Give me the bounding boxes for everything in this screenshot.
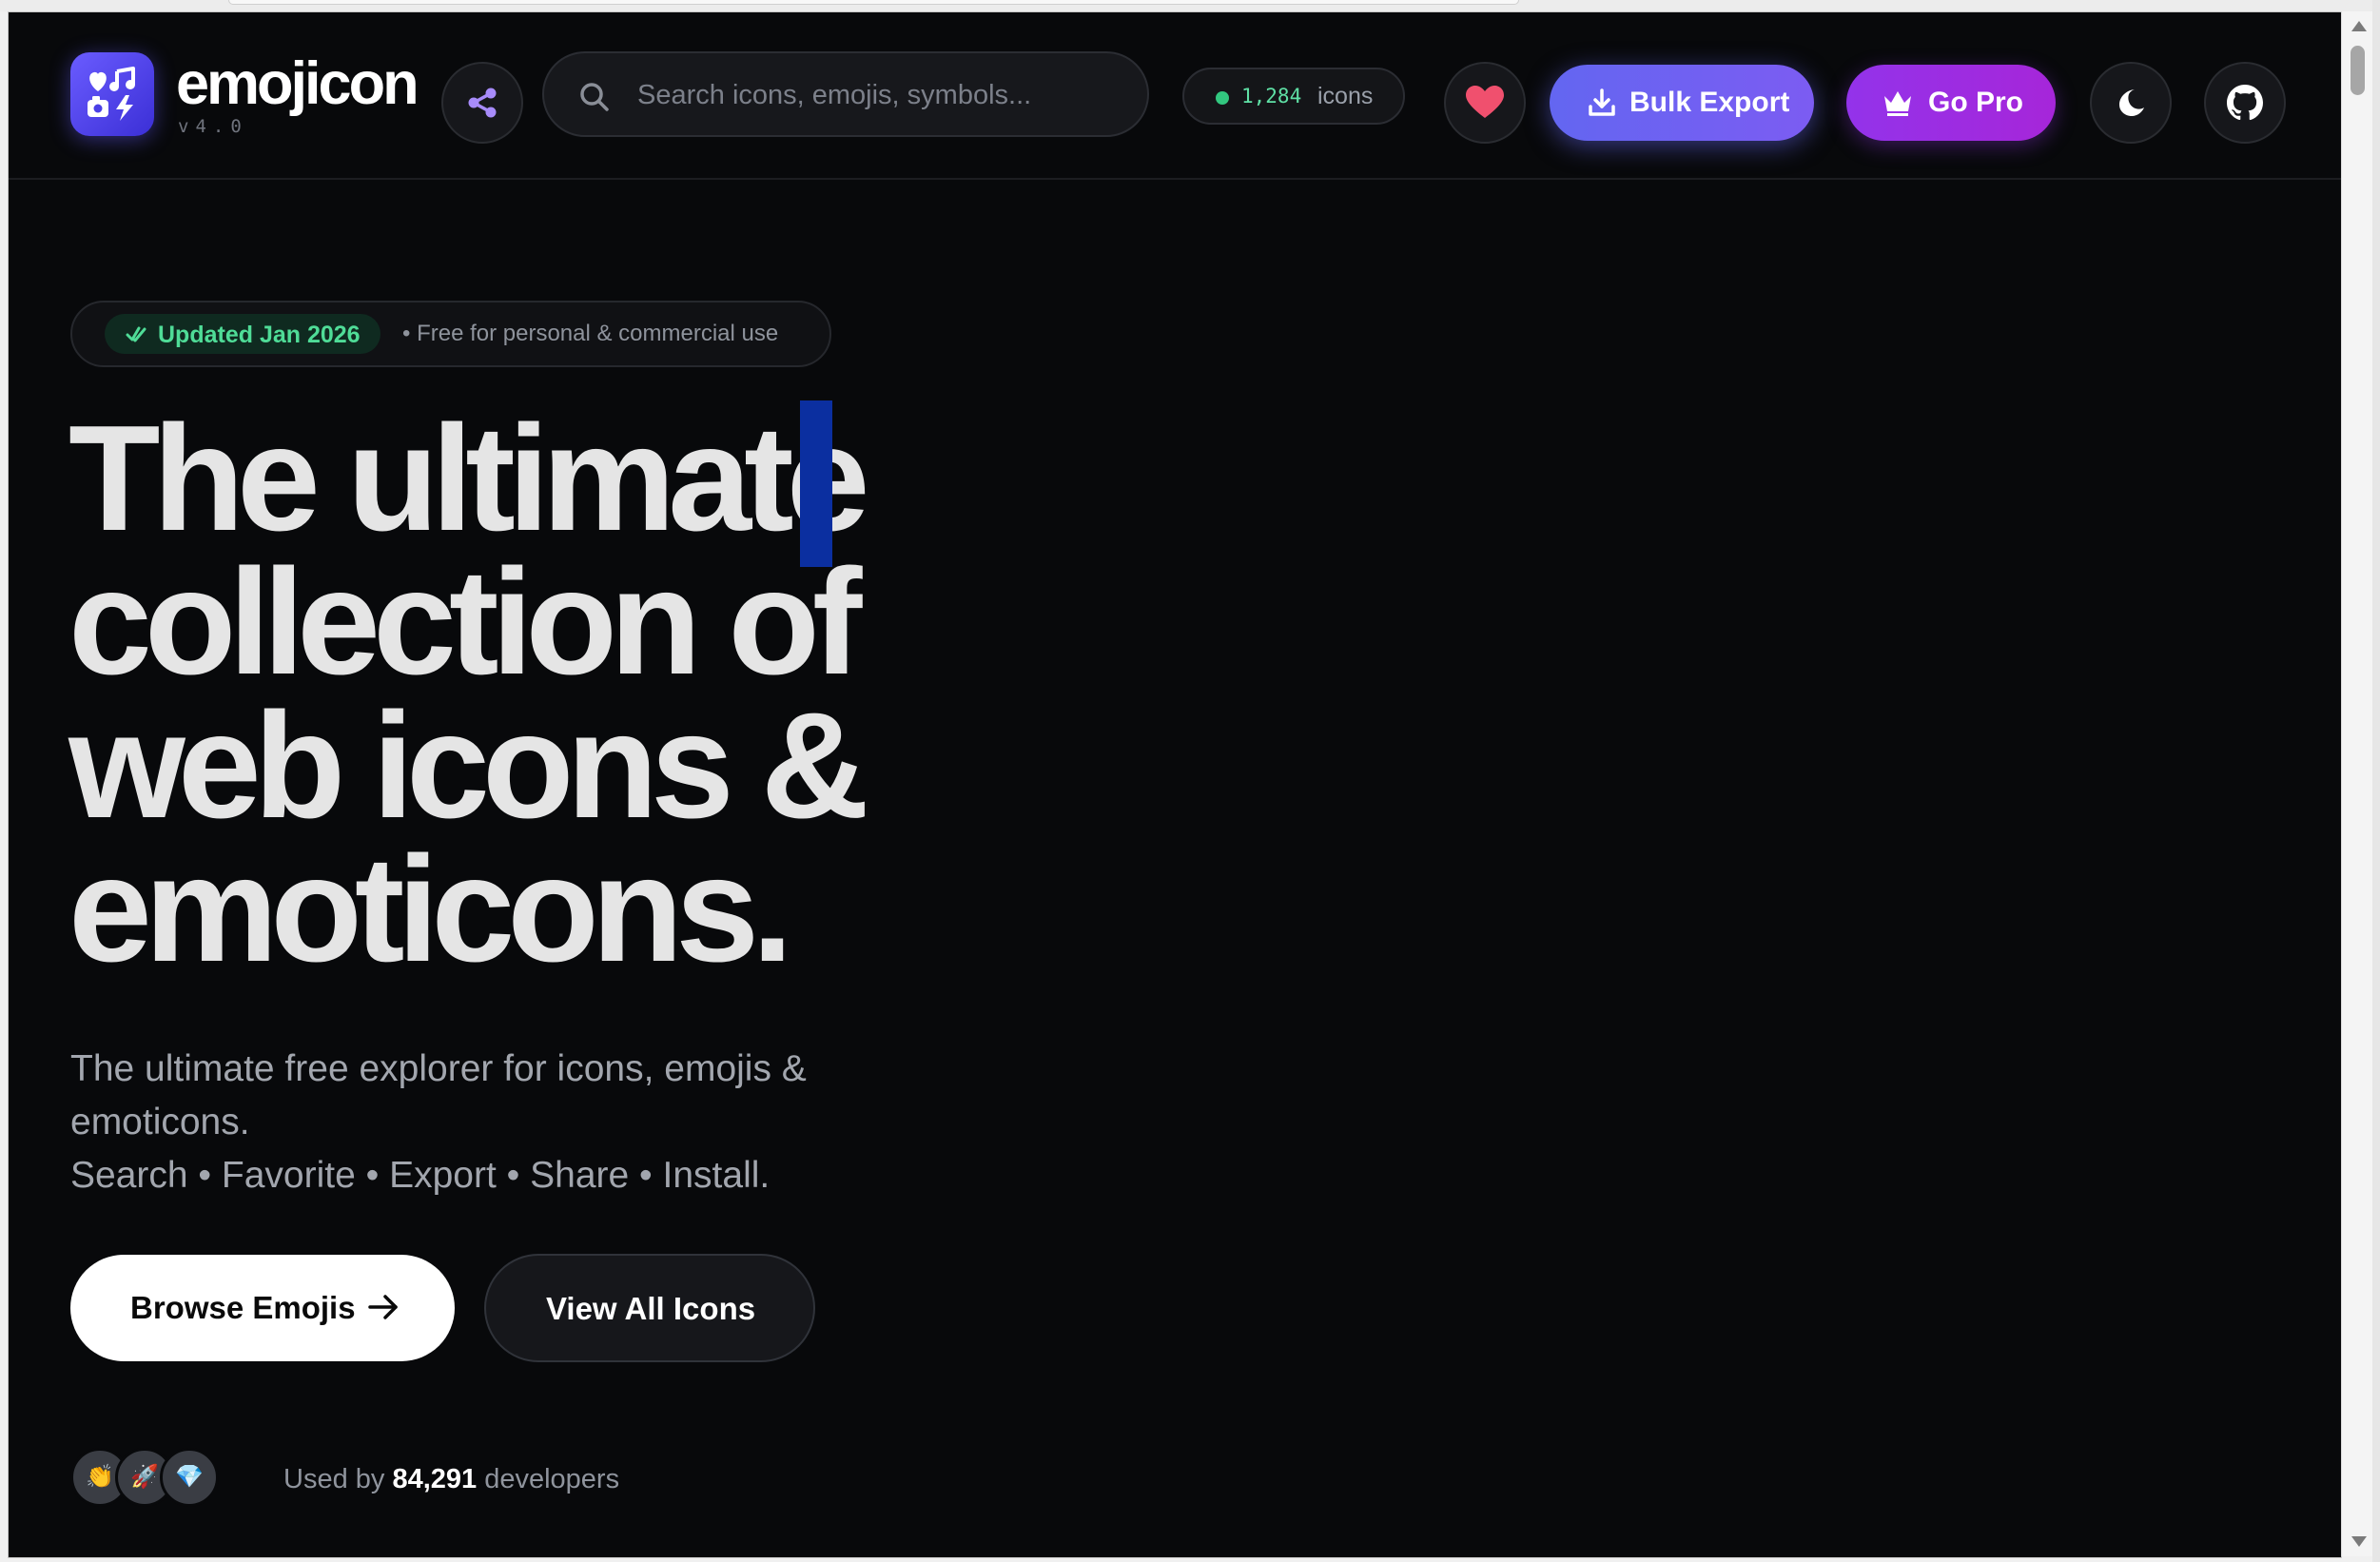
version-label: v4.0	[178, 116, 248, 137]
browser-tab-edge	[228, 0, 1519, 5]
go-pro-button[interactable]: Go Pro	[1846, 65, 2056, 141]
browser-top-strip	[0, 0, 2380, 11]
hero-subtitle: The ultimate free explorer for icons, em…	[70, 1043, 1003, 1202]
headline-line: The ultimate	[68, 395, 870, 562]
arrow-right-icon	[368, 1295, 398, 1319]
theme-toggle-button[interactable]	[2090, 62, 2172, 144]
subtitle-line: emoticons.	[70, 1102, 250, 1142]
scroll-down-arrow[interactable]	[2351, 1536, 2367, 1547]
scrollbar-thumb[interactable]	[2351, 46, 2365, 95]
browse-emojis-button[interactable]: Browse Emojis	[70, 1255, 455, 1361]
bulk-export-button[interactable]: Bulk Export	[1550, 65, 1814, 141]
favorites-button[interactable]	[1444, 62, 1526, 144]
status-dot	[1216, 91, 1229, 105]
subtitle-line: The ultimate free explorer for icons, em…	[70, 1048, 807, 1089]
share-button[interactable]	[441, 62, 523, 144]
page-viewport: emojicon v4.0 1,284 icons	[8, 11, 2342, 1558]
crown-icon	[1884, 91, 1911, 116]
github-icon	[2227, 85, 2263, 121]
view-all-icons-label: View All Icons	[546, 1291, 756, 1326]
check-icon	[126, 326, 146, 342]
headline-line: collection of	[68, 538, 863, 706]
search-input[interactable]	[635, 72, 1115, 118]
heart-icon	[1466, 86, 1504, 118]
window-edge	[2372, 0, 2380, 1562]
scroll-up-arrow[interactable]	[2351, 21, 2367, 31]
browse-emojis-label: Browse Emojis	[130, 1290, 356, 1325]
subtitle-line: Search • Favorite • Export • Share • Ins…	[70, 1155, 771, 1196]
view-all-icons-button[interactable]: View All Icons	[484, 1254, 815, 1362]
logo-icon[interactable]	[70, 52, 154, 136]
updated-chip: Updated Jan 2026	[105, 314, 380, 354]
hero-headline: The ultimate collection of web icons & e…	[68, 395, 982, 993]
github-button[interactable]	[2204, 62, 2286, 144]
icon-count-badge: 1,284 icons	[1182, 68, 1405, 125]
page-scrollbar[interactable]	[2341, 11, 2373, 1556]
typing-cursor	[800, 400, 832, 567]
download-icon	[1589, 88, 1615, 116]
usage-stat: Used by 84,291 developers	[283, 1464, 619, 1495]
usage-prefix: Used by	[283, 1464, 385, 1494]
bulk-export-label: Bulk Export	[1629, 87, 1790, 118]
share-icon	[468, 88, 497, 118]
license-note: • Free for personal & commercial use	[402, 321, 779, 346]
search-icon	[580, 83, 609, 111]
icon-count-label: icons	[1317, 83, 1374, 109]
headline-line: emoticons.	[68, 826, 793, 993]
avatar-group: 👏 🚀 💎	[70, 1448, 232, 1507]
updated-label: Updated Jan 2026	[158, 322, 361, 348]
avatar: 💎	[160, 1448, 219, 1507]
search-box[interactable]	[542, 51, 1149, 137]
go-pro-label: Go Pro	[1928, 87, 2024, 118]
headline-line: web icons &	[68, 682, 869, 849]
icon-count-value: 1,284	[1241, 85, 1302, 107]
usage-count: 84,291	[392, 1464, 478, 1494]
brand-name[interactable]: emojicon	[176, 54, 419, 114]
moon-icon	[2119, 89, 2144, 116]
update-badge: Updated Jan 2026 • Free for personal & c…	[70, 301, 831, 367]
site-header: emojicon v4.0 1,284 icons	[9, 12, 2341, 180]
usage-suffix: developers	[484, 1464, 620, 1494]
